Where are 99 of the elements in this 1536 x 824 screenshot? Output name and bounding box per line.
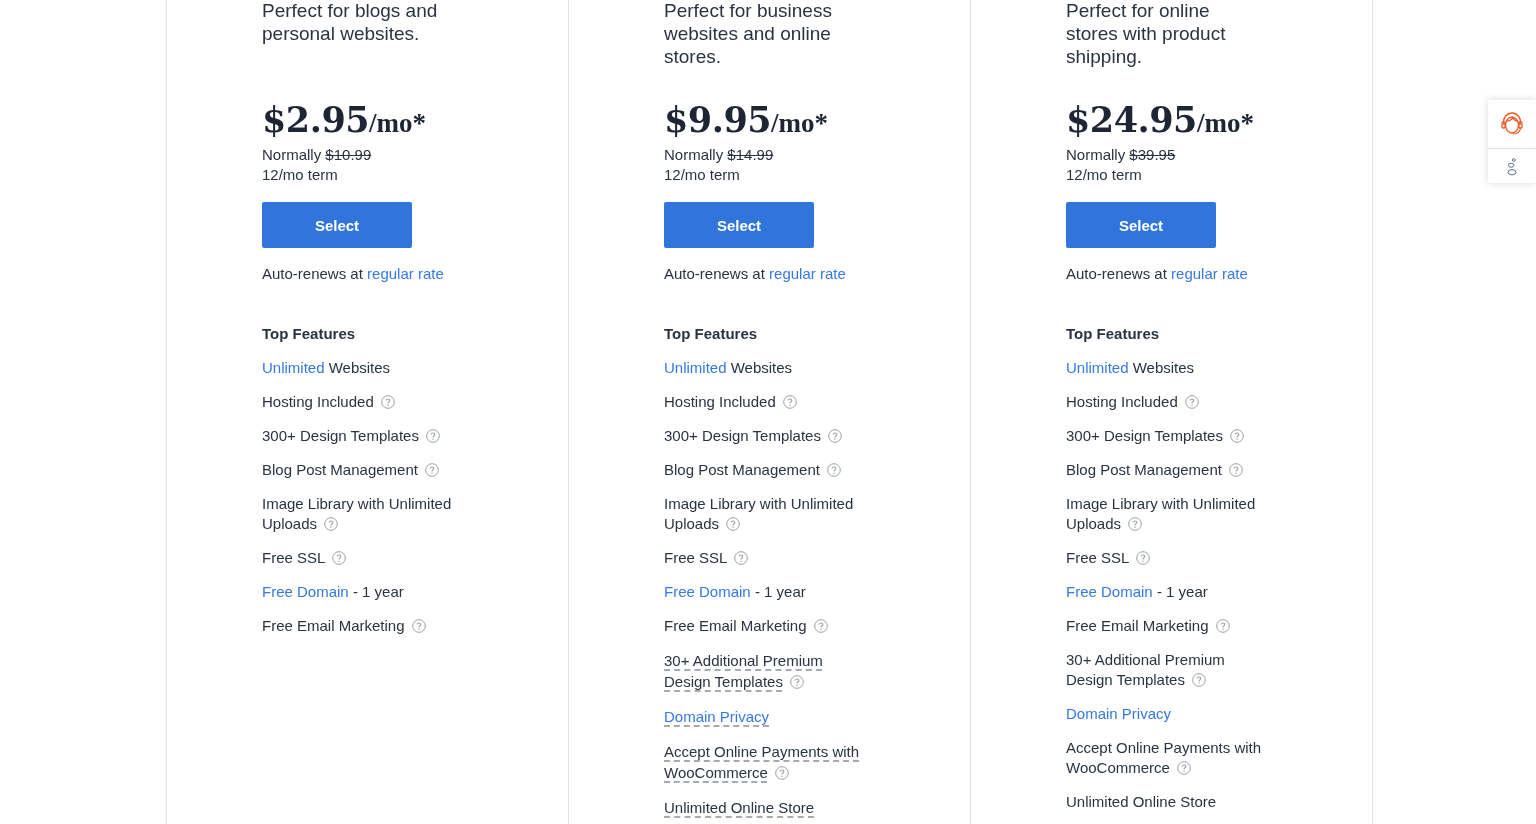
help-icon[interactable] — [1184, 395, 1199, 409]
feature-link[interactable]: Free Domain — [1066, 583, 1153, 600]
feature-text: Free Email Marketing — [262, 617, 405, 634]
original-price: $10.99 — [325, 146, 372, 163]
help-icon[interactable] — [789, 675, 804, 689]
regular-rate-link[interactable]: regular rate — [1171, 265, 1248, 282]
feature-text: 300+ Design Templates — [262, 427, 419, 444]
feature-link[interactable]: Free Domain — [664, 583, 751, 600]
feature-text: 30+ Additional Premium — [664, 652, 823, 669]
feature-text: 30+ Additional Premium — [1066, 651, 1225, 668]
help-icon[interactable] — [1136, 551, 1151, 565]
help-icon[interactable] — [424, 463, 439, 477]
regular-rate-link[interactable]: regular rate — [769, 265, 846, 282]
plan-price: $9.95 — [664, 99, 772, 140]
help-icon[interactable] — [774, 766, 789, 780]
help-icon[interactable] — [1228, 463, 1243, 477]
help-icon[interactable] — [1215, 619, 1230, 633]
help-icon[interactable] — [1176, 761, 1191, 775]
price-period: /mo* — [771, 108, 829, 139]
select-button[interactable]: Select — [664, 202, 814, 248]
feature-text: Uploads — [1066, 515, 1122, 532]
original-price: $14.99 — [727, 146, 774, 163]
feature-link[interactable]: Unlimited — [1066, 359, 1129, 376]
plan-price: $2.95 — [262, 99, 370, 140]
feature-text: WooCommerce — [1066, 759, 1170, 776]
price-period: /mo* — [369, 108, 427, 139]
feature-text: Design Templates — [664, 673, 783, 690]
help-icon[interactable] — [411, 619, 426, 633]
support-agent-icon[interactable] — [1499, 111, 1525, 137]
help-icon[interactable] — [826, 463, 841, 477]
feature-text: Free Email Marketing — [664, 617, 807, 634]
features-heading: Top Features — [664, 324, 759, 344]
feature-text: Hosting Included — [664, 393, 776, 410]
feature-link[interactable]: Domain Privacy — [664, 708, 770, 725]
feature-text: Blog Post Management — [664, 461, 820, 478]
feature-link[interactable]: Free Domain — [262, 583, 349, 600]
feature-text: Free Email Marketing — [1066, 617, 1209, 634]
plan-description: Perfect for online stores with product shipping. — [1066, 0, 1227, 69]
feature-text: Accept Online Payments with — [1066, 739, 1262, 756]
normally-label: Normally — [1066, 146, 1126, 163]
feature-text: - 1 year — [1156, 583, 1208, 600]
help-icon[interactable] — [1128, 517, 1143, 531]
select-button[interactable]: Select — [262, 202, 412, 248]
feature-text: WooCommerce — [664, 764, 768, 781]
features-heading: Top Features — [262, 324, 357, 344]
help-icon[interactable] — [1191, 673, 1206, 687]
normally-label: Normally — [262, 146, 322, 163]
feature-text: Websites — [1132, 359, 1195, 376]
feature-text: Blog Post Management — [1066, 461, 1222, 478]
help-icon[interactable] — [324, 517, 339, 531]
price-period: /mo* — [1196, 108, 1254, 139]
feature-text: Blog Post Management — [262, 461, 418, 478]
feature-text: 300+ Design Templates — [1066, 427, 1223, 444]
chat-icon[interactable] — [1505, 157, 1519, 177]
feature-text: Hosting Included — [262, 393, 374, 410]
feature-text: Websites — [328, 359, 391, 376]
feature-text: Image Library with Unlimited — [1066, 495, 1256, 512]
feature-link[interactable]: Unlimited — [664, 359, 727, 376]
help-icon[interactable] — [332, 551, 347, 565]
feature-link[interactable]: Domain Privacy — [1066, 705, 1172, 722]
term-text: 12/mo term — [664, 165, 741, 185]
feature-text: Design Templates — [1066, 671, 1185, 688]
term-text: 12/mo term — [1066, 165, 1143, 185]
feature-text: Unlimited Online Store — [664, 799, 815, 816]
feature-text: Free SSL — [664, 549, 728, 566]
plan-description: Perfect for business websites and online stores. — [664, 0, 833, 69]
feature-link[interactable]: Unlimited — [262, 359, 325, 376]
feature-text: - 1 year — [352, 583, 404, 600]
feature-text: Accept Online Payments with — [664, 743, 860, 760]
term-text: 12/mo term — [262, 165, 339, 185]
help-icon[interactable] — [827, 429, 842, 443]
help-icon[interactable] — [380, 395, 395, 409]
help-icon[interactable] — [1229, 429, 1244, 443]
feature-text: 300+ Design Templates — [664, 427, 821, 444]
normally-label: Normally — [664, 146, 724, 163]
auto-renew-text: Auto-renews at regular rate — [664, 264, 847, 284]
feature-text: Free SSL — [1066, 549, 1130, 566]
help-icon[interactable] — [425, 429, 440, 443]
feature-text: Unlimited Online Store — [1066, 793, 1217, 810]
feature-text: Uploads — [262, 515, 318, 532]
feature-text: Websites — [730, 359, 793, 376]
feature-text: Free SSL — [262, 549, 326, 566]
feature-text: - 1 year — [754, 583, 806, 600]
original-price: $39.95 — [1129, 146, 1176, 163]
plan-description: Perfect for blogs and personal websites. — [262, 0, 439, 46]
feature-text: Image Library with Unlimited — [262, 495, 452, 512]
help-icon[interactable] — [726, 517, 741, 531]
select-button[interactable]: Select — [1066, 202, 1216, 248]
help-icon[interactable] — [813, 619, 828, 633]
help-icon[interactable] — [782, 395, 797, 409]
auto-renew-text: Auto-renews at regular rate — [262, 264, 445, 284]
feature-text: Hosting Included — [1066, 393, 1178, 410]
regular-rate-link[interactable]: regular rate — [367, 265, 444, 282]
auto-renew-text: Auto-renews at regular rate — [1066, 264, 1249, 284]
plan-price: $24.95 — [1066, 99, 1197, 140]
help-icon[interactable] — [734, 551, 749, 565]
feature-text: Uploads — [664, 515, 720, 532]
feature-text: Image Library with Unlimited — [664, 495, 854, 512]
features-heading: Top Features — [1066, 324, 1161, 344]
